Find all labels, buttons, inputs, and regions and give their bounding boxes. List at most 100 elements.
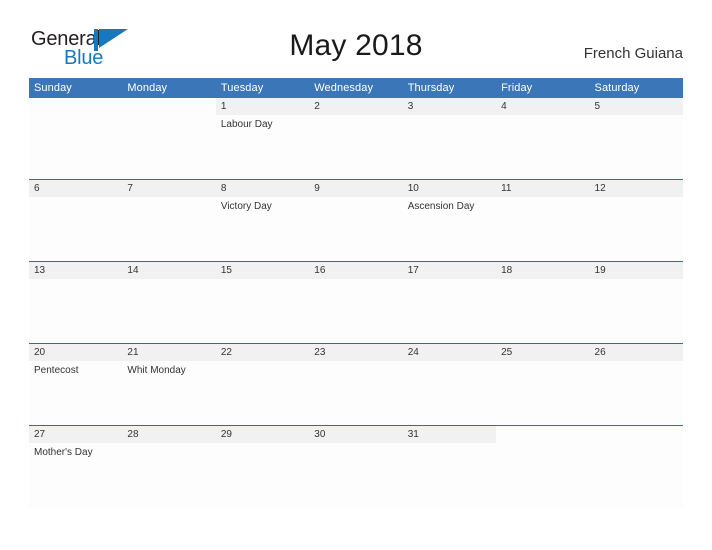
calendar-week-row: 1 Labour Day 2 3 4 5 <box>29 98 683 180</box>
day-events <box>309 197 402 200</box>
day-number: 23 <box>309 344 403 361</box>
calendar-day-cell[interactable]: 26 <box>589 343 683 426</box>
day-events: Whit Monday <box>122 361 215 377</box>
day-number: 19 <box>589 262 683 279</box>
calendar-day-cell[interactable]: 14 <box>122 261 216 344</box>
calendar-day-cell[interactable]: 12 <box>589 179 683 262</box>
calendar-day-cell[interactable]: 21 Whit Monday <box>122 343 216 426</box>
holiday-label: Whit Monday <box>127 365 186 376</box>
day-number: 25 <box>496 344 590 361</box>
day-number: 31 <box>402 426 497 443</box>
calendar-day-cell[interactable]: 31 <box>402 425 497 507</box>
day-events <box>29 279 122 282</box>
weekday-header-tuesday: Tuesday <box>215 78 310 98</box>
weekday-header-thursday: Thursday <box>402 78 497 98</box>
day-number: 16 <box>309 262 403 279</box>
calendar-day-cell[interactable]: 30 <box>309 425 403 507</box>
weekday-header-friday: Friday <box>496 78 590 98</box>
calendar-day-cell[interactable]: 16 <box>309 261 403 344</box>
day-number: 15 <box>215 262 310 279</box>
day-number: 29 <box>215 426 310 443</box>
day-events <box>309 361 402 364</box>
calendar-day-cell[interactable]: 8 Victory Day <box>215 179 310 262</box>
day-number: 9 <box>309 180 403 197</box>
calendar-day-cell[interactable]: 5 <box>589 98 683 180</box>
day-number: 6 <box>29 180 123 197</box>
day-number: 26 <box>589 344 683 361</box>
calendar-day-cell[interactable]: 27 Mother's Day <box>29 425 123 507</box>
day-number <box>496 426 590 443</box>
day-events <box>29 115 122 118</box>
day-events <box>122 197 215 200</box>
day-events <box>590 443 683 446</box>
calendar-day-cell[interactable]: 20 Pentecost <box>29 343 123 426</box>
calendar-day-cell[interactable]: 22 <box>215 343 310 426</box>
calendar-day-cell[interactable]: 19 <box>589 261 683 344</box>
day-events <box>496 279 589 282</box>
weekday-header-wednesday: Wednesday <box>309 78 403 98</box>
day-events <box>403 361 496 364</box>
calendar-day-cell[interactable]: 6 <box>29 179 123 262</box>
calendar-cell-empty <box>122 98 216 180</box>
day-number: 20 <box>29 344 123 361</box>
day-number: 3 <box>402 98 497 115</box>
day-number: 5 <box>589 98 683 115</box>
calendar-day-cell[interactable]: 25 <box>496 343 590 426</box>
day-events <box>216 279 309 282</box>
day-events <box>403 279 496 282</box>
day-events <box>590 279 683 282</box>
day-number: 18 <box>496 262 590 279</box>
calendar: Sunday Monday Tuesday Wednesday Thursday Frid… <box>29 78 683 507</box>
weekday-header-saturday: Saturday <box>589 78 683 98</box>
day-number <box>122 98 216 115</box>
calendar-day-cell[interactable]: 18 <box>496 261 590 344</box>
calendar-day-cell[interactable]: 4 <box>496 98 590 180</box>
day-number: 12 <box>589 180 683 197</box>
day-number: 4 <box>496 98 590 115</box>
day-events: Mother's Day <box>29 443 122 459</box>
day-number: 7 <box>122 180 216 197</box>
calendar-week-row: 27 Mother's Day 28 29 30 31 <box>29 425 683 507</box>
calendar-cell-empty <box>29 98 123 180</box>
calendar-day-cell[interactable]: 29 <box>215 425 310 507</box>
day-events <box>496 361 589 364</box>
calendar-week-row: 20 Pentecost 21 Whit Monday 22 23 24 25 26 <box>29 343 683 426</box>
day-events <box>309 279 402 282</box>
calendar-day-cell[interactable]: 23 <box>309 343 403 426</box>
day-events <box>496 443 589 446</box>
holiday-label: Pentecost <box>34 365 79 376</box>
calendar-day-cell[interactable]: 13 <box>29 261 123 344</box>
day-events: Pentecost <box>29 361 122 377</box>
holiday-label: Labour Day <box>220 119 273 130</box>
calendar-day-cell[interactable]: 24 <box>402 343 497 426</box>
page-header: General Blue May 2018 French Guiana <box>0 0 712 76</box>
day-events <box>122 115 215 118</box>
calendar-day-cell[interactable]: 28 <box>122 425 216 507</box>
day-events <box>590 115 683 118</box>
day-events: Ascension Day <box>403 197 496 213</box>
day-number: 28 <box>122 426 216 443</box>
calendar-day-cell[interactable]: 17 <box>402 261 497 344</box>
calendar-day-cell[interactable]: 2 <box>309 98 403 180</box>
day-number: 22 <box>215 344 310 361</box>
calendar-day-cell[interactable]: 15 <box>215 261 310 344</box>
day-number: 24 <box>402 344 497 361</box>
day-events <box>29 197 122 200</box>
calendar-day-cell[interactable]: 9 <box>309 179 403 262</box>
calendar-day-cell[interactable]: 7 <box>122 179 216 262</box>
holiday-label: Ascension Day <box>407 201 475 212</box>
calendar-day-cell[interactable]: 11 <box>496 179 590 262</box>
day-number <box>589 426 683 443</box>
calendar-day-cell[interactable]: 1 Labour Day <box>215 98 310 180</box>
calendar-cell-empty <box>496 425 590 507</box>
calendar-table: Sunday Monday Tuesday Wednesday Thursday Frid… <box>29 78 683 507</box>
day-events <box>216 443 309 446</box>
day-number: 14 <box>122 262 216 279</box>
calendar-day-cell[interactable]: 10 Ascension Day <box>402 179 497 262</box>
day-number: 17 <box>402 262 497 279</box>
day-events <box>122 443 215 446</box>
calendar-cell-empty <box>589 425 683 507</box>
day-events <box>496 197 589 200</box>
day-number: 1 <box>215 98 310 115</box>
calendar-day-cell[interactable]: 3 <box>402 98 497 180</box>
